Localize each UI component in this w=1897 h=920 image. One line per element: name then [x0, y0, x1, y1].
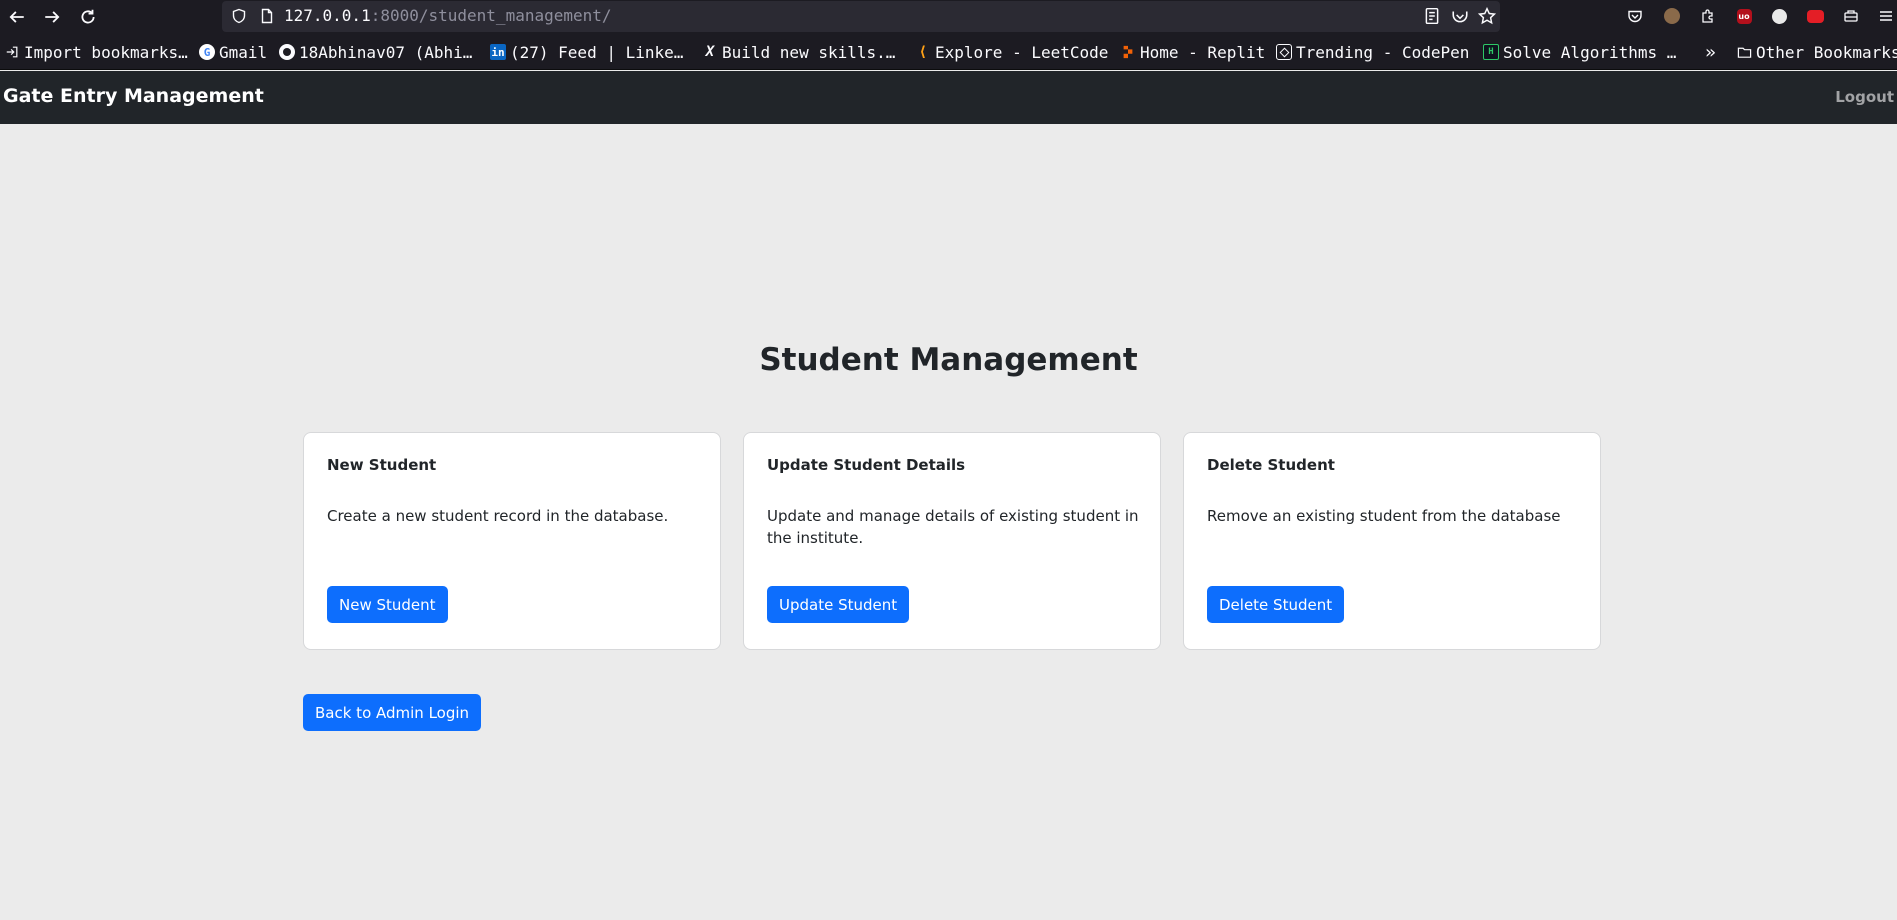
x-icon: X — [705, 44, 715, 60]
card-title: Update Student Details — [767, 456, 966, 474]
import-icon — [4, 44, 20, 60]
card-text: Remove an existing student from the data… — [1207, 507, 1561, 525]
github-icon — [279, 44, 295, 60]
bookmark-label: Other Bookmarks — [1756, 42, 1897, 62]
shield-icon[interactable] — [230, 7, 248, 25]
card-new-student: New Student Create a new student record … — [303, 432, 721, 650]
extension-ball-icon[interactable] — [1770, 7, 1788, 25]
forward-arrow-icon[interactable] — [37, 2, 67, 32]
pocket-icon[interactable] — [1451, 7, 1469, 25]
bookmark-label: Gmail — [219, 42, 268, 62]
url-host: 127.0.0.1 — [284, 6, 371, 25]
reload-icon[interactable] — [73, 2, 103, 32]
linkedin-icon: in — [490, 44, 506, 60]
folder-icon — [1736, 44, 1752, 60]
bookmark-other-folder[interactable]: Other Bookmarks — [1736, 42, 1897, 62]
toolbox-icon[interactable] — [1842, 7, 1860, 25]
bookmarks-bar: Import bookmarks… G Gmail 18Abhinav07 (A… — [0, 33, 1897, 70]
update-student-button[interactable]: Update Student — [767, 586, 910, 623]
delete-student-button[interactable]: Delete Student — [1207, 586, 1345, 623]
bookmark-label: Import bookmarks… — [24, 42, 188, 62]
google-icon: G — [199, 44, 215, 60]
back-to-admin-login-button[interactable]: Back to Admin Login — [303, 694, 482, 731]
bookmark-hackerrank[interactable]: H Solve Algorithms … — [1483, 42, 1676, 62]
bookmark-github[interactable]: 18Abhinav07 (Abhi… — [279, 42, 472, 62]
bookmarks-overflow-chevron-icon[interactable]: » — [1705, 42, 1716, 63]
replit-icon — [1120, 44, 1136, 60]
bookmark-label: Trending - CodePen — [1296, 42, 1470, 62]
pocket-save-icon[interactable] — [1626, 7, 1644, 25]
bookmark-linkedin[interactable]: in (27) Feed | Linke… — [490, 42, 683, 62]
bookmark-label: Solve Algorithms … — [1503, 42, 1677, 62]
page-icon[interactable] — [258, 7, 276, 25]
card-title: Delete Student — [1207, 456, 1335, 474]
bookmark-label: Explore - LeetCode — [935, 42, 1109, 62]
extensions-puzzle-icon[interactable] — [1699, 7, 1717, 25]
card-delete-student: Delete Student Remove an existing studen… — [1183, 432, 1601, 650]
bookmark-label: Build new skills.… — [722, 42, 896, 62]
bookmark-label: 18Abhinav07 (Abhi… — [299, 42, 473, 62]
back-arrow-icon[interactable] — [2, 2, 32, 32]
codepen-icon — [1276, 44, 1292, 60]
bookmark-star-icon[interactable] — [1477, 6, 1497, 25]
bookmark-gmail[interactable]: G Gmail — [199, 42, 267, 62]
card-text: Create a new student record in the datab… — [327, 507, 669, 525]
ublock-icon[interactable]: uo — [1735, 7, 1753, 25]
brand-link[interactable]: Gate Entry Management — [3, 85, 264, 107]
bookmark-label: (27) Feed | Linke… — [510, 42, 684, 62]
page-title: Student Management — [759, 342, 1138, 378]
url-text[interactable]: 127.0.0.1:8000/student_management/ — [284, 6, 612, 25]
hackerrank-icon: H — [1483, 44, 1499, 60]
bookmark-leetcode[interactable]: ⟨ Explore - LeetCode — [915, 42, 1109, 62]
reader-mode-icon[interactable] — [1423, 7, 1441, 25]
card-update-student: Update Student Details Update and manage… — [743, 432, 1161, 650]
bookmark-codepen[interactable]: Trending - CodePen — [1276, 42, 1469, 62]
card-text: Update and manage details of existing st… — [767, 507, 1139, 547]
youtube-extension-icon[interactable] — [1806, 7, 1824, 25]
logout-link[interactable]: Logout — [1835, 88, 1894, 106]
bookmark-label: Home - Replit — [1140, 42, 1266, 62]
url-bar[interactable]: 127.0.0.1:8000/student_management/ — [222, 1, 1500, 32]
bookmark-replit[interactable]: Home - Replit — [1120, 42, 1265, 62]
new-student-button[interactable]: New Student — [327, 586, 448, 623]
app-navbar: Gate Entry Management Logout — [0, 71, 1897, 124]
bookmark-x[interactable]: X Build new skills.… — [702, 42, 896, 62]
browser-toolbar: 127.0.0.1:8000/student_management/ uo — [0, 0, 1897, 33]
leetcode-icon: ⟨ — [918, 44, 928, 60]
card-title: New Student — [327, 456, 437, 474]
bookmark-import[interactable]: Import bookmarks… — [4, 42, 188, 62]
menu-icon[interactable] — [1877, 7, 1895, 25]
extension-avatar-icon[interactable] — [1663, 7, 1681, 25]
url-path: :8000/student_management/ — [370, 6, 612, 25]
